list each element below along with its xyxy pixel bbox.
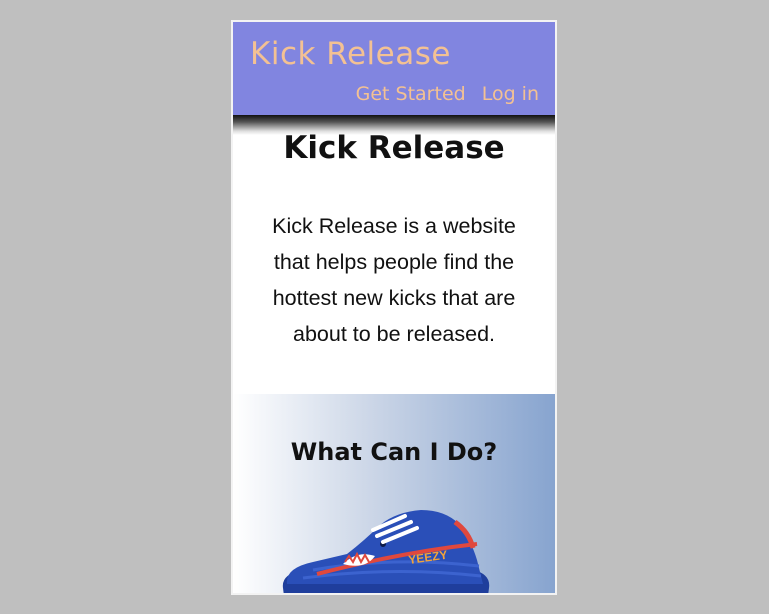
nav-links: Get Started Log in <box>356 83 539 105</box>
hero-description: Kick Release is a website that helps peo… <box>272 214 516 346</box>
feature-section: What Can I Do? YEEZY <box>233 394 555 593</box>
sneaker-image: YEEZY <box>282 510 490 593</box>
get-started-link[interactable]: Get Started <box>356 83 466 105</box>
navbar: Kick Release Get Started Log in <box>233 22 555 115</box>
hero-title: Kick Release <box>283 130 505 166</box>
mobile-viewport: Kick Release Get Started Log in Kick Rel… <box>231 20 557 595</box>
log-in-link[interactable]: Log in <box>482 83 539 105</box>
feature-title: What Can I Do? <box>290 438 498 466</box>
brand-logo-link[interactable]: Kick Release <box>250 36 451 72</box>
